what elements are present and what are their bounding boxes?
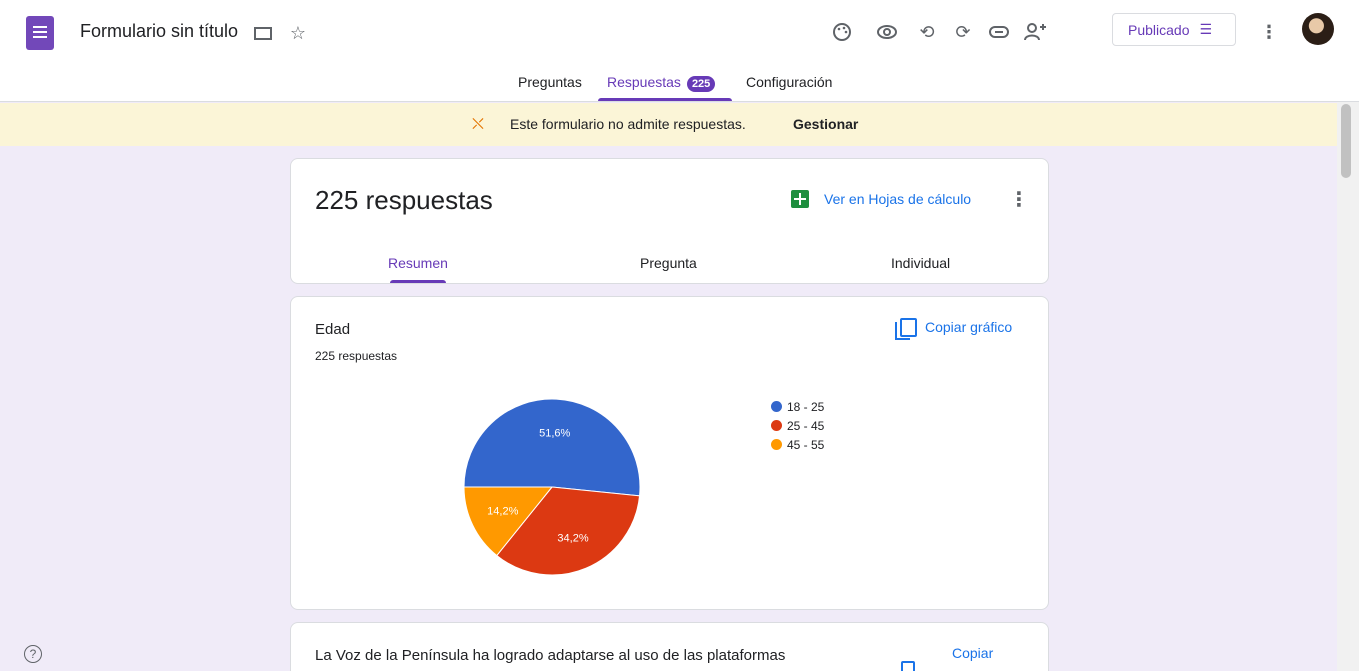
closed-form-banner: ⛌ Este formulario no admite respuestas. … (0, 103, 1337, 146)
pie-slice-label: 14,2% (487, 506, 518, 518)
more-icon[interactable]: ⋮ (1256, 19, 1282, 45)
legend-swatch (771, 401, 782, 412)
banner-text: Este formulario no admite respuestas. (510, 116, 746, 132)
tab-preguntas[interactable]: Preguntas (518, 74, 582, 90)
subtab-individual[interactable]: Individual (891, 255, 950, 271)
scrollbar-thumb[interactable] (1341, 104, 1351, 178)
legend-item: 45 - 55 (771, 435, 824, 454)
question-card-edad: Edad 225 respuestas Copiar gráfico 51,6%… (290, 296, 1049, 610)
help-icon[interactable]: ? (24, 645, 42, 663)
manage-button[interactable]: Gestionar (793, 116, 858, 132)
legend-item: 25 - 45 (771, 416, 824, 435)
legend-label: 18 - 25 (787, 399, 825, 414)
main-tabs: Preguntas Respuestas 225 Configuración (0, 72, 1359, 102)
responses-badge: 225 (686, 76, 716, 92)
pie-slice-0[interactable] (463, 398, 641, 497)
legend-swatch (771, 420, 782, 431)
copy-chart-button[interactable]: Copiar (952, 645, 993, 661)
folder-icon[interactable] (252, 22, 274, 44)
legend-label: 25 - 45 (787, 418, 825, 433)
publish-button[interactable]: Publicado ☰ (1112, 13, 1236, 46)
settings-sliders-icon: ☰ (1199, 21, 1212, 37)
add-collaborator-icon[interactable] (1022, 19, 1048, 45)
subtab-indicator (390, 280, 446, 283)
responses-count: 225 respuestas (315, 185, 493, 215)
redo-icon[interactable]: ⟳ (950, 19, 976, 45)
tab-respuestas-label: Respuestas (607, 74, 681, 90)
subtab-pregunta[interactable]: Pregunta (640, 255, 697, 271)
palette-icon[interactable] (829, 19, 855, 45)
chart-legend: 18 - 25 25 - 45 45 - 55 (771, 397, 824, 454)
more-options-icon[interactable]: ⋮ (1009, 187, 1029, 212)
question-card-2: La Voz de la Península ha logrado adapta… (290, 622, 1049, 671)
sheets-icon[interactable] (791, 190, 809, 208)
avatar[interactable] (1302, 13, 1334, 45)
tab-configuracion[interactable]: Configuración (746, 74, 832, 90)
responses-summary-card: 225 respuestas Ver en Hojas de cálculo ⋮… (290, 158, 1049, 284)
question-title: La Voz de la Península ha logrado adapta… (315, 647, 786, 664)
form-title[interactable]: Formulario sin título (80, 21, 238, 42)
no-responses-icon: ⛌ (472, 116, 484, 133)
scrollbar[interactable] (1337, 102, 1359, 671)
pie-slice-label: 34,2% (557, 532, 588, 544)
eye-icon[interactable] (874, 19, 900, 45)
legend-item: 18 - 25 (771, 397, 824, 416)
forms-logo-icon[interactable] (26, 16, 54, 50)
star-icon[interactable]: ☆ (287, 22, 309, 44)
pie-chart: 51,6% 34,2% 14,2% (463, 398, 641, 576)
tab-indicator (598, 98, 732, 101)
undo-icon[interactable]: ⟲ (914, 19, 940, 45)
legend-label: 45 - 55 (787, 437, 825, 452)
subtab-resumen[interactable]: Resumen (388, 255, 448, 271)
top-app-bar: Formulario sin título ☆ ⟲ ⟳ Publicado ☰ … (0, 0, 1359, 102)
legend-swatch (771, 439, 782, 450)
publish-label: Publicado (1128, 21, 1190, 38)
link-icon[interactable] (986, 19, 1012, 45)
view-in-sheets-link[interactable]: Ver en Hojas de cálculo (824, 191, 971, 207)
copy-icon[interactable] (901, 661, 915, 671)
tab-respuestas[interactable]: Respuestas 225 (607, 74, 716, 92)
pie-slice-label: 51,6% (539, 428, 570, 440)
